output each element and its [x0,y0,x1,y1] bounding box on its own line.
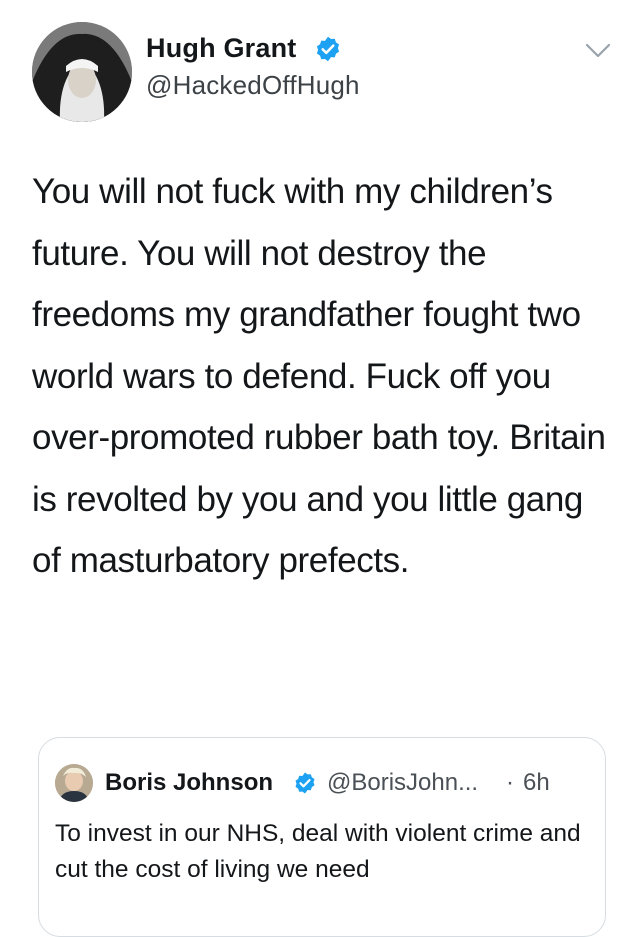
tweet-text: You will not fuck with my children’s fut… [32,172,606,580]
chevron-down-icon[interactable] [584,42,612,60]
quoted-tweet-text: To invest in our NHS, deal with violent … [55,820,581,883]
author-display-name[interactable]: Hugh Grant [146,33,297,64]
quoted-author-avatar[interactable] [55,764,93,802]
quoted-tweet-card[interactable]: Boris Johnson @BorisJohn... · 6h To inve… [38,737,606,937]
quoted-display-name[interactable]: Boris Johnson [105,769,273,797]
verified-badge-icon [316,36,340,62]
verified-badge-icon [295,772,315,794]
quoted-handle[interactable]: @BorisJohn... [327,769,478,797]
author-avatar[interactable] [32,22,132,122]
quoted-timestamp[interactable]: 6h [523,769,550,797]
dot-separator: · [506,769,514,796]
author-handle[interactable]: @HackedOffHugh [146,70,360,101]
